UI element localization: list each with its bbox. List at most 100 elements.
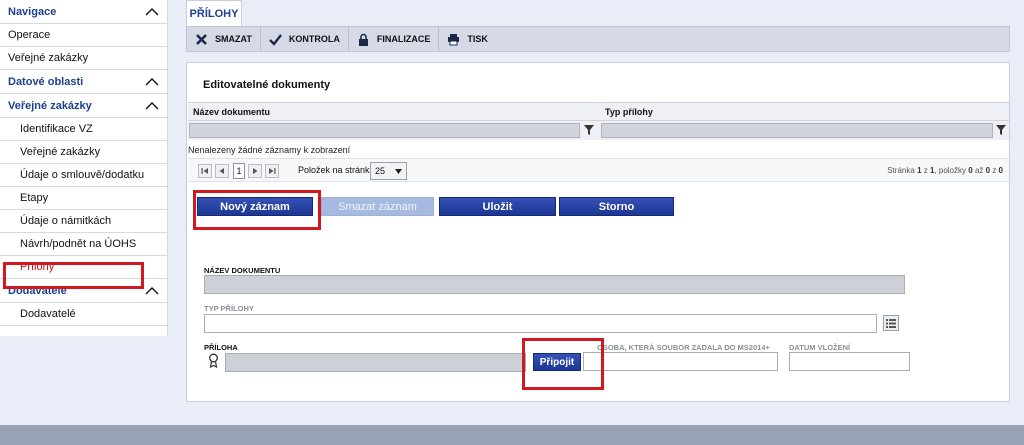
sidebar-item-label: Přílohy [20,261,55,273]
attachment-type-field[interactable] [204,314,877,333]
award-icon [209,353,218,368]
lock-icon [358,33,368,46]
sidebar-section-verejne-zakazky[interactable]: Veřejné zakázky [0,94,167,118]
sidebar-item-udaje-o-smlouve[interactable]: Údaje o smlouvě/dodatku [0,164,167,187]
tab-prilohy[interactable]: PŘÍLOHY [186,0,242,26]
current-page-number[interactable]: 1 [233,163,245,179]
sidebar-item-operace[interactable]: Operace [0,24,167,47]
uploader-field[interactable] [583,352,778,371]
sidebar-item-label: Údaje o námitkách [20,215,112,227]
tab-label: PŘÍLOHY [189,7,239,20]
sidebar-item-label: Veřejné zakázky [8,52,89,64]
prev-page-button[interactable] [215,164,229,178]
chevron-up-icon[interactable] [145,75,159,89]
save-button[interactable]: Uložit [439,197,556,216]
sidebar-section-title: Veřejné zakázky [8,99,92,112]
pager: 1 Položek na stránku 25 Stránka 1 z 1, p… [188,158,1009,182]
attachment-file-field[interactable] [225,353,526,372]
sidebar-item-label: Operace [8,29,51,41]
finalize-button[interactable]: FINALIZACE [349,27,440,51]
toolbar: SMAZAT KONTROLA FINALIZACE TISK [186,26,1010,52]
last-page-icon [269,168,276,174]
sidebar-item-label: Návrh/podnět na ÚOHS [20,238,137,250]
sidebar-item-udaje-o-namitkach[interactable]: Údaje o námitkách [0,210,167,233]
pager-info-items: , položky [934,166,967,175]
sidebar-item-dodavatele[interactable]: Dodavatelé [0,303,167,326]
date-label: DATUM VLOŽENÍ [789,343,851,352]
new-record-button[interactable]: Nový záznam [197,197,313,216]
per-page-value: 25 [375,166,386,176]
sidebar-item-verejne-zakazky-sub[interactable]: Veřejné zakázky [0,141,167,164]
sidebar-item-identifikace-vz[interactable]: Identifikace VZ [0,118,167,141]
sidebar-section-title: Navigace [8,5,57,18]
pager-info-to: 0 [985,166,991,175]
checkmark-icon [268,33,282,46]
pager-info-of: z [923,166,928,175]
sidebar-item-prilohy[interactable]: Přílohy [0,256,167,279]
filter-attachment-type-input[interactable] [601,123,993,138]
doc-name-field[interactable] [204,275,905,294]
sidebar-section-navigace[interactable]: Navigace [0,0,167,24]
pager-info-prefix: Stránka [887,166,915,175]
chevron-left-icon [219,168,224,174]
sidebar-item-navrh-podnet[interactable]: Návrh/podnět na ÚOHS [0,233,167,256]
filter-icon[interactable] [583,124,595,136]
pager-info-total: 0 [998,166,1003,175]
sidebar-section-title: Dodavatelé [8,284,67,297]
pager-info-page: 1 [917,166,922,175]
per-page-label: Položek na stránku [298,165,375,175]
grid-header: Název dokumentu Typ přílohy [188,102,1009,121]
sidebar-item-etapy[interactable]: Etapy [0,187,167,210]
doc-name-label: NÁZEV DOKUMENTU [204,266,281,275]
section-title: Editovatelné dokumenty [203,79,331,91]
sidebar-item-label: Identifikace VZ [20,123,93,135]
sidebar-section-title: Datové oblasti [8,75,84,88]
caret-down-icon [395,169,402,174]
date-field[interactable] [789,352,910,371]
check-button[interactable]: KONTROLA [261,27,349,51]
attach-button[interactable]: Připojit [533,353,581,371]
sidebar-section-dodavatele[interactable]: Dodavatelé [0,279,167,303]
chevron-right-icon [253,168,258,174]
column-header-doc-name[interactable]: Název dokumentu [193,107,270,117]
delete-button[interactable]: SMAZAT [187,27,261,51]
attachment-label: PŘÍLOHA [204,343,238,352]
pager-info: Stránka 1 z 1, položky 0 až 0 z 0 [887,166,1003,175]
list-picker-button[interactable] [883,315,899,331]
chevron-up-icon[interactable] [145,5,159,19]
main-panel: Editovatelné dokumenty Název dokumentu T… [186,62,1010,402]
print-button-label: TISK [467,34,488,44]
empty-message: Nenalezeny žádné záznamy k zobrazení [188,145,351,155]
last-page-button[interactable] [265,164,279,178]
delete-button-label: SMAZAT [215,34,252,44]
sidebar: Navigace Operace Veřejné zakázky Datové … [0,0,168,336]
list-icon [886,318,896,328]
pager-info-to-label: až [974,166,984,175]
print-button[interactable]: TISK [439,27,496,51]
sidebar-item-label: Etapy [20,192,49,204]
first-page-icon [201,168,208,174]
cancel-button[interactable]: Storno [559,197,674,216]
sidebar-item-label: Údaje o smlouvě/dodatku [20,169,145,181]
filter-icon[interactable] [995,124,1007,136]
pager-info-from: 0 [968,166,973,175]
attachment-type-label: TYP PŘÍLOHY [204,304,254,313]
sidebar-item-label: Veřejné zakázky [20,146,101,158]
grid-filter-row [188,121,1009,140]
chevron-up-icon[interactable] [145,284,159,298]
check-button-label: KONTROLA [288,34,340,44]
close-icon [196,33,207,45]
delete-record-button[interactable]: Smazat záznam [321,197,434,216]
chevron-up-icon[interactable] [145,99,159,113]
column-header-attachment-type[interactable]: Typ přílohy [605,107,653,117]
per-page-select[interactable]: 25 [370,162,407,180]
sidebar-item-verejne-zakazky[interactable]: Veřejné zakázky [0,47,167,70]
footer-band [0,425,1024,445]
finalize-button-label: FINALIZACE [376,34,431,44]
sidebar-section-datove-oblasti[interactable]: Datové oblasti [0,70,167,94]
next-page-button[interactable] [248,164,262,178]
printer-icon [448,33,460,45]
first-page-button[interactable] [198,164,212,178]
uploader-label: OSOBA, KTERÁ SOUBOR ZADALA DO MS2014+ [597,343,770,352]
filter-doc-name-input[interactable] [189,123,580,138]
